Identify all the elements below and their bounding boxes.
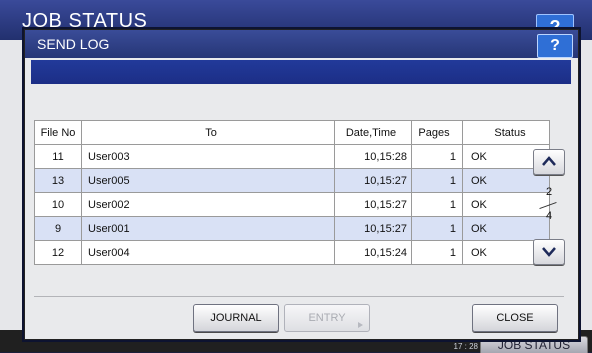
header-status: Status (462, 120, 550, 145)
cell-pages: 1 (411, 144, 463, 169)
dialog-header: SEND LOG ? (25, 30, 578, 58)
entry-button[interactable]: ENTRY (284, 304, 370, 332)
table-row[interactable]: 9 User001 10,15:27 1 OK (34, 216, 550, 241)
table-header-row: File No To Date,Time Pages Status (34, 120, 550, 145)
header-date-time: Date,Time (334, 120, 412, 145)
cell-to: User001 (81, 216, 335, 241)
cell-to: User005 (81, 168, 335, 193)
journal-button[interactable]: JOURNAL (193, 304, 279, 332)
page-total: 4 (545, 210, 553, 222)
cell-status: OK (462, 192, 550, 217)
cell-date-time: 10,15:27 (334, 168, 412, 193)
dialog-message-bar (31, 60, 571, 84)
table-row[interactable]: 13 User005 10,15:27 1 OK (34, 168, 550, 193)
cell-file-no: 11 (34, 144, 82, 169)
cell-file-no: 9 (34, 216, 82, 241)
cell-file-no: 12 (34, 240, 82, 265)
page-down-button[interactable] (533, 239, 565, 265)
dialog-help-button[interactable]: ? (537, 34, 573, 58)
cell-to: User004 (81, 240, 335, 265)
dialog-title: SEND LOG (37, 36, 110, 52)
cell-date-time: 10,15:24 (334, 240, 412, 265)
clock-time: 17 : 28 (453, 342, 478, 351)
cell-pages: 1 (411, 168, 463, 193)
cell-date-time: 10,15:27 (334, 192, 412, 217)
cell-pages: 1 (411, 216, 463, 241)
send-log-table: File No To Date,Time Pages Status 11 Use… (34, 120, 550, 265)
header-pages: Pages (411, 120, 463, 145)
table-row[interactable]: 10 User002 10,15:27 1 OK (34, 192, 550, 217)
close-button[interactable]: CLOSE (472, 304, 558, 332)
chevron-up-icon (542, 156, 556, 166)
header-to: To (81, 120, 335, 145)
page-current: 2 (545, 186, 553, 198)
cell-date-time: 10,15:27 (334, 216, 412, 241)
send-log-dialog: SEND LOG ? File No To Date,Time Pages St… (24, 29, 579, 340)
page-up-button[interactable] (533, 149, 565, 175)
triangle-icon (358, 322, 363, 328)
table-row[interactable]: 12 User004 10,15:24 1 OK (34, 240, 550, 265)
cell-date-time: 10,15:28 (334, 144, 412, 169)
cell-file-no: 10 (34, 192, 82, 217)
table-row[interactable]: 11 User003 10,15:28 1 OK (34, 144, 550, 169)
cell-status: OK (462, 216, 550, 241)
cell-to: User002 (81, 192, 335, 217)
cell-file-no: 13 (34, 168, 82, 193)
cell-pages: 1 (411, 240, 463, 265)
entry-button-label: ENTRY (308, 312, 346, 324)
cell-to: User003 (81, 144, 335, 169)
cell-pages: 1 (411, 192, 463, 217)
footer-divider (34, 296, 564, 297)
header-file-no: File No (34, 120, 82, 145)
chevron-down-icon (542, 247, 556, 257)
